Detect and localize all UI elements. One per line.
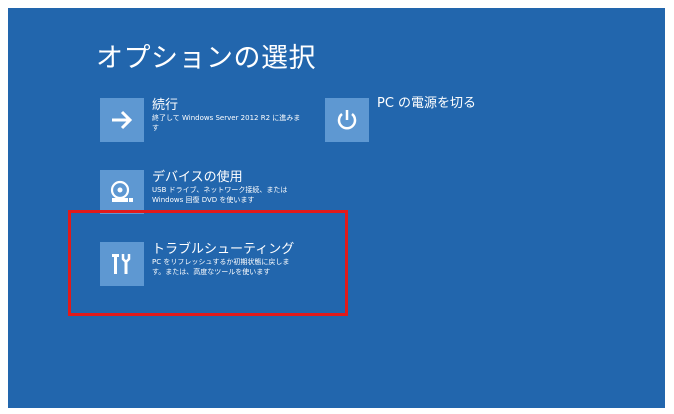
recovery-options-screen: オプションの選択 続行 終了して Windows Server 2012 R2 … [8, 8, 665, 408]
use-device-tile[interactable] [100, 170, 144, 214]
option-use-device-label: デバイスの使用 [152, 170, 243, 185]
power-icon [337, 110, 357, 130]
power-off-tile[interactable] [325, 98, 369, 142]
option-continue-description: 終了して Windows Server 2012 R2 に進みます [152, 114, 301, 132]
arrow-right-icon [112, 110, 133, 130]
option-use-device-description: USB ドライブ、ネットワーク接続、または Windows 回復 DVD を使い… [152, 186, 288, 204]
continue-tile[interactable] [100, 98, 144, 142]
disc-drive-icon [110, 180, 133, 202]
option-continue-label: 続行 [152, 98, 179, 113]
page-title: オプションの選択 [96, 43, 316, 74]
option-power-off-label: PC の電源を切る [377, 96, 477, 111]
option-continue[interactable]: 続行 終了して Windows Server 2012 R2 に進みます [100, 98, 300, 148]
option-power-off[interactable]: PC の電源を切る [325, 96, 525, 148]
troubleshoot-highlight-box [68, 210, 348, 316]
